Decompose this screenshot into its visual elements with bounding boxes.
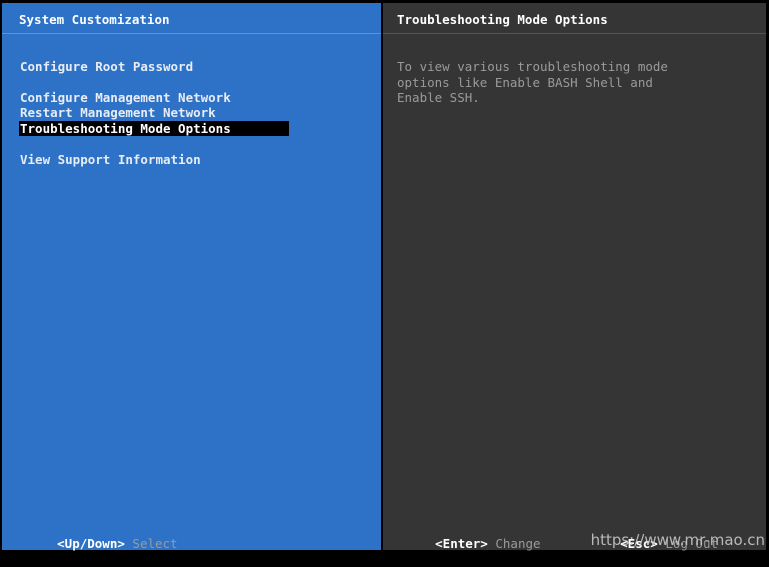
dcui-screen: System Customization Configure Root Pass… [0,0,769,553]
system-customization-pane: System Customization Configure Root Pass… [2,3,381,551]
footer-enter-hint: <Enter> Change [390,520,541,567]
change-action-label: Change [495,535,541,551]
up-down-key: <Up/Down> [57,535,125,551]
watermark-text: https://www.mr-mao.cn [590,530,765,549]
details-pane: Troubleshooting Mode Options To view var… [383,3,766,551]
menu-item-troubleshooting-mode-options[interactable]: Troubleshooting Mode Options [19,121,289,136]
menu-item-restart-management-network[interactable]: Restart Management Network [19,105,217,120]
menu-item-configure-management-network[interactable]: Configure Management Network [19,90,232,105]
select-action-label: Select [132,535,178,551]
pane-title: System Customization [19,12,170,27]
footer-select-hint: <Up/Down> Select [12,520,178,567]
details-title: Troubleshooting Mode Options [397,12,608,27]
details-divider [383,33,766,34]
title-divider [2,33,381,34]
menu-item-view-support-information[interactable]: View Support Information [19,152,202,167]
details-description: To view various troubleshooting mode opt… [397,59,668,105]
enter-key: <Enter> [435,535,488,551]
menu-item-configure-root-password[interactable]: Configure Root Password [19,59,194,74]
